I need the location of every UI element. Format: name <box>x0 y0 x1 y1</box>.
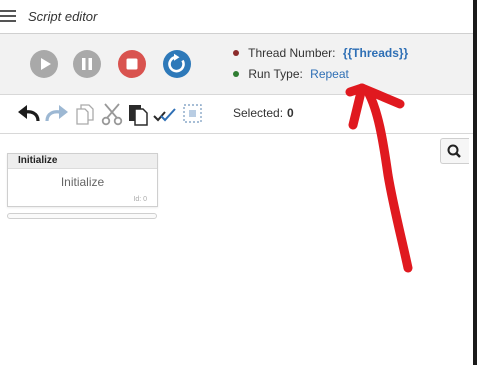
run-type-status: Run Type: Repeat <box>233 67 349 81</box>
cut-button[interactable] <box>99 102 125 126</box>
initialize-node[interactable]: Initialize Initialize Id: 0 <box>7 153 158 207</box>
select-all-button[interactable] <box>153 102 179 126</box>
pause-button[interactable] <box>73 50 101 78</box>
stop-button[interactable] <box>118 50 146 78</box>
paste-icon <box>129 105 148 126</box>
selected-count: 0 <box>287 106 294 120</box>
thread-number-status: Thread Number: {{Threads}} <box>233 46 408 60</box>
search-button[interactable] <box>440 138 469 164</box>
edit-toolbar: Selected: 0 <box>0 95 473 134</box>
redo-button[interactable] <box>44 102 70 126</box>
node-connector-bar[interactable] <box>7 213 157 219</box>
select-region-icon <box>183 104 202 123</box>
copy-button[interactable] <box>72 102 98 126</box>
run-type-value[interactable]: Repeat <box>310 67 349 81</box>
node-body: Initialize <box>60 175 105 189</box>
node-header: Initialize <box>8 154 157 169</box>
thread-number-value[interactable]: {{Threads}} <box>343 46 408 60</box>
run-type-status-dot <box>233 70 239 77</box>
undo-icon <box>18 105 40 122</box>
run-type-label: Run Type: <box>248 67 303 81</box>
node-id: Id: 0 <box>133 196 147 203</box>
play-icon <box>41 58 51 70</box>
select-region-button[interactable] <box>181 102 207 126</box>
window-right-edge <box>473 0 477 365</box>
copy-icon <box>76 104 94 125</box>
refresh-icon <box>168 53 185 73</box>
play-button[interactable] <box>30 50 58 78</box>
pause-icon <box>82 58 92 70</box>
undo-button[interactable] <box>16 102 42 126</box>
title-bar: Script editor <box>0 0 473 34</box>
refresh-button[interactable] <box>163 50 191 78</box>
search-icon <box>447 144 461 158</box>
window-title: Script editor <box>28 9 98 24</box>
hamburger-menu-icon[interactable] <box>0 10 16 22</box>
script-editor-window: Script editor Thread Number: {{Threads}}… <box>0 0 477 365</box>
selected-label: Selected: <box>233 106 284 120</box>
redo-icon <box>45 105 68 122</box>
select-all-icon <box>153 108 176 122</box>
selected-count-display: Selected: 0 <box>233 106 294 120</box>
thread-number-label: Thread Number: <box>248 46 336 60</box>
script-canvas[interactable]: Initialize Initialize Id: 0 <box>0 134 473 365</box>
stop-icon <box>126 58 138 70</box>
thread-status-dot <box>233 49 239 56</box>
run-controls-panel: Thread Number: {{Threads}} Run Type: Rep… <box>0 34 473 95</box>
paste-button[interactable] <box>126 102 152 126</box>
cut-icon <box>101 103 123 126</box>
